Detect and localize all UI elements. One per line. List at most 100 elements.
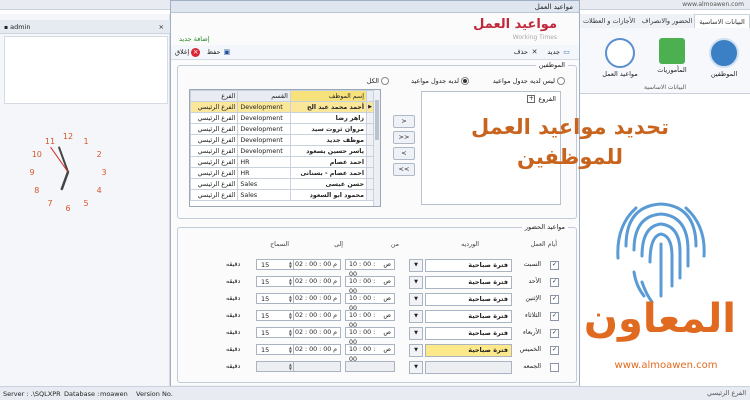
table-row[interactable]: الفرع الرئيسي Development زاهر رضا [190,112,374,124]
grace-stepper[interactable]: 15 ▲ ▼ [256,344,294,355]
shift-select[interactable] [425,361,512,374]
am-label: ص [383,295,391,302]
table-cell: Development [237,134,291,146]
tree-root[interactable]: الفروع + [527,95,556,103]
grace-stepper[interactable]: 15 ▲ ▼ [256,293,294,304]
table-row[interactable]: الفرع الرئيسي Sales محمود ابو السعود [190,189,374,201]
to-time-field[interactable]: 02 : 00 : 00 م [291,276,341,287]
to-time-field[interactable]: 02 : 00 : 00 م [291,293,341,304]
table-cell: أحمد محمد عبد الح [289,101,368,113]
new-button[interactable]: ▭ جديد [547,46,571,58]
spinner-arrows-icon[interactable]: ▲ ▼ [289,278,292,286]
chevron-down-icon[interactable]: ▼ [409,310,423,323]
spinner-arrows-icon[interactable]: ▲ ▼ [289,346,292,354]
shift-select[interactable]: فترة صباحية [425,276,512,289]
chevron-down-icon[interactable]: ▼ [409,361,423,374]
table-row[interactable]: الفرع الرئيسي HR احمد عصام [190,156,374,168]
to-time-field[interactable]: 02 : 00 : 00 م [291,327,341,338]
shift-select[interactable]: فترة صباحية [425,327,512,340]
grid-scrollbar[interactable] [373,90,380,206]
move-left-button[interactable]: < [393,147,415,160]
grace-stepper[interactable]: 15 ▲ ▼ [256,310,294,321]
spinner-arrows-icon[interactable]: ▲ ▼ [289,363,292,371]
admin-bar[interactable]: ▪ admin × [0,20,170,34]
grace-stepper[interactable]: 15 ▲ ▼ [256,259,294,270]
shift-select[interactable]: فترة صباحية [425,310,512,323]
chevron-down-icon[interactable]: ▼ [409,327,423,340]
work-times-button[interactable]: مواعيد العمل [598,38,642,78]
move-all-right-button[interactable]: >> [393,131,415,144]
from-time-field[interactable]: 10 : 00 : 00 ص [345,327,395,346]
table-row[interactable]: الفرع الرئيسي Development أحمد محمد عبد ال… [190,101,374,113]
from-time-field[interactable]: 10 : 00 : 00 ص [345,310,395,329]
grace-stepper[interactable]: 15 ▲ ▼ [256,327,294,338]
table-row[interactable]: الفرع الرئيسي Development ياسر حسين يسعود [190,145,374,157]
tab-attendance[interactable]: الحضور والانصراف [640,14,694,28]
schedule-row: ✓ الثلاثاء فترة صباحية ▼ 10 : 00 : 00 ص 02 : 0… [171,310,581,329]
scroll-thumb[interactable] [375,100,379,140]
from-time-field[interactable]: 10 : 00 : 00 ص [345,293,395,312]
delete-button[interactable]: ✕ حذف [514,46,539,58]
grace-stepper[interactable]: 15 ▲ ▼ [256,276,294,287]
status-server: Server : .\SQLXPR [3,390,61,398]
add-new-link[interactable]: إضافة جديد [179,35,210,43]
shift-select[interactable]: فترة صباحية [425,344,512,357]
day-checkbox[interactable]: ✓ [550,278,559,287]
shift-select[interactable]: فترة صباحية [425,293,512,306]
from-time-field[interactable] [345,361,395,372]
column-department[interactable]: القسم [237,90,291,102]
save-button[interactable]: ▣ حفظ [207,46,231,58]
chevron-down-icon[interactable]: ▼ [409,259,423,272]
clock-number: 1 [83,137,88,146]
employees-grid[interactable]: الفرع القسم إسم الموظف الفرع الرئيسي Deve… [189,89,381,207]
day-checkbox[interactable]: ✓ [550,346,559,355]
radio-no-schedule[interactable]: ليس لديه جدول مواعيد [493,77,565,85]
table-row[interactable]: الفرع الرئيسي HR احمد عصام - بسنانى [190,167,374,179]
to-time-field[interactable]: 02 : 00 : 00 م [291,259,341,270]
pm-label: م [333,261,337,268]
radio-has-schedule[interactable]: لديه جدول مواعيد [411,77,469,85]
table-cell: ياسر حسين يسعود [289,145,368,157]
from-time-field[interactable]: 10 : 00 : 00 ص [345,259,395,278]
radio-label: ليس لديه جدول مواعيد [492,77,555,85]
missions-button[interactable]: المأموريات [650,38,694,74]
day-checkbox[interactable]: ✓ [550,295,559,304]
employees-button[interactable]: الموظفين [702,38,746,78]
day-checkbox[interactable] [550,363,559,372]
move-all-left-button[interactable]: << [393,163,415,176]
spinner-arrows-icon[interactable]: ▲ ▼ [289,295,292,303]
spinner-arrows-icon[interactable]: ▲ ▼ [289,261,292,269]
day-label: الخميس [519,346,541,353]
spinner-arrows-icon[interactable]: ▲ ▼ [289,312,292,320]
expand-icon[interactable]: + [527,95,536,103]
chevron-down-icon[interactable]: ▼ [409,344,423,357]
shift-select[interactable]: فترة صباحية [425,259,512,272]
footer-branch: الفرع الرئيسي [707,389,746,397]
column-employee-name[interactable]: إسم الموظف [289,90,368,102]
chevron-down-icon[interactable]: ▼ [409,293,423,306]
from-time-value: 10 : 00 : 00 [349,278,376,295]
table-row[interactable]: الفرع الرئيسي Development موظف جديد [190,134,374,146]
to-time-field[interactable] [291,361,341,372]
from-time-field[interactable]: 10 : 00 : 00 ص [345,344,395,363]
day-checkbox[interactable]: ✓ [550,261,559,270]
column-branch[interactable]: الفرع [190,90,239,102]
tab-vacations[interactable]: الأجازات و العطلات [580,14,638,28]
table-row[interactable]: الفرع الرئيسي Development مروان ثروت سيد [190,123,374,135]
chevron-down-icon[interactable]: ▼ [409,276,423,289]
grace-stepper[interactable]: ▲ ▼ [256,361,294,372]
from-time-field[interactable]: 10 : 00 : 00 ص [345,276,395,295]
tab-basic-data[interactable]: البيانات الاساسية [694,14,750,29]
close-button[interactable]: × إغلاق [175,46,201,58]
table-row[interactable]: الفرع الرئيسي Sales حسن عيسى [190,178,374,190]
spinner-arrows-icon[interactable]: ▲ ▼ [289,329,292,337]
radio-all[interactable]: الكل [367,77,389,85]
day-checkbox[interactable]: ✓ [550,312,559,321]
close-icon[interactable]: × [159,20,164,34]
pm-label: م [333,346,337,353]
move-right-button[interactable]: > [393,115,415,128]
day-checkbox[interactable]: ✓ [550,329,559,338]
to-time-field[interactable]: 02 : 00 : 00 م [291,344,341,355]
to-time-field[interactable]: 02 : 00 : 00 م [291,310,341,321]
promo-heading: تحديد مواعيد العمل للموظفين [450,112,690,172]
